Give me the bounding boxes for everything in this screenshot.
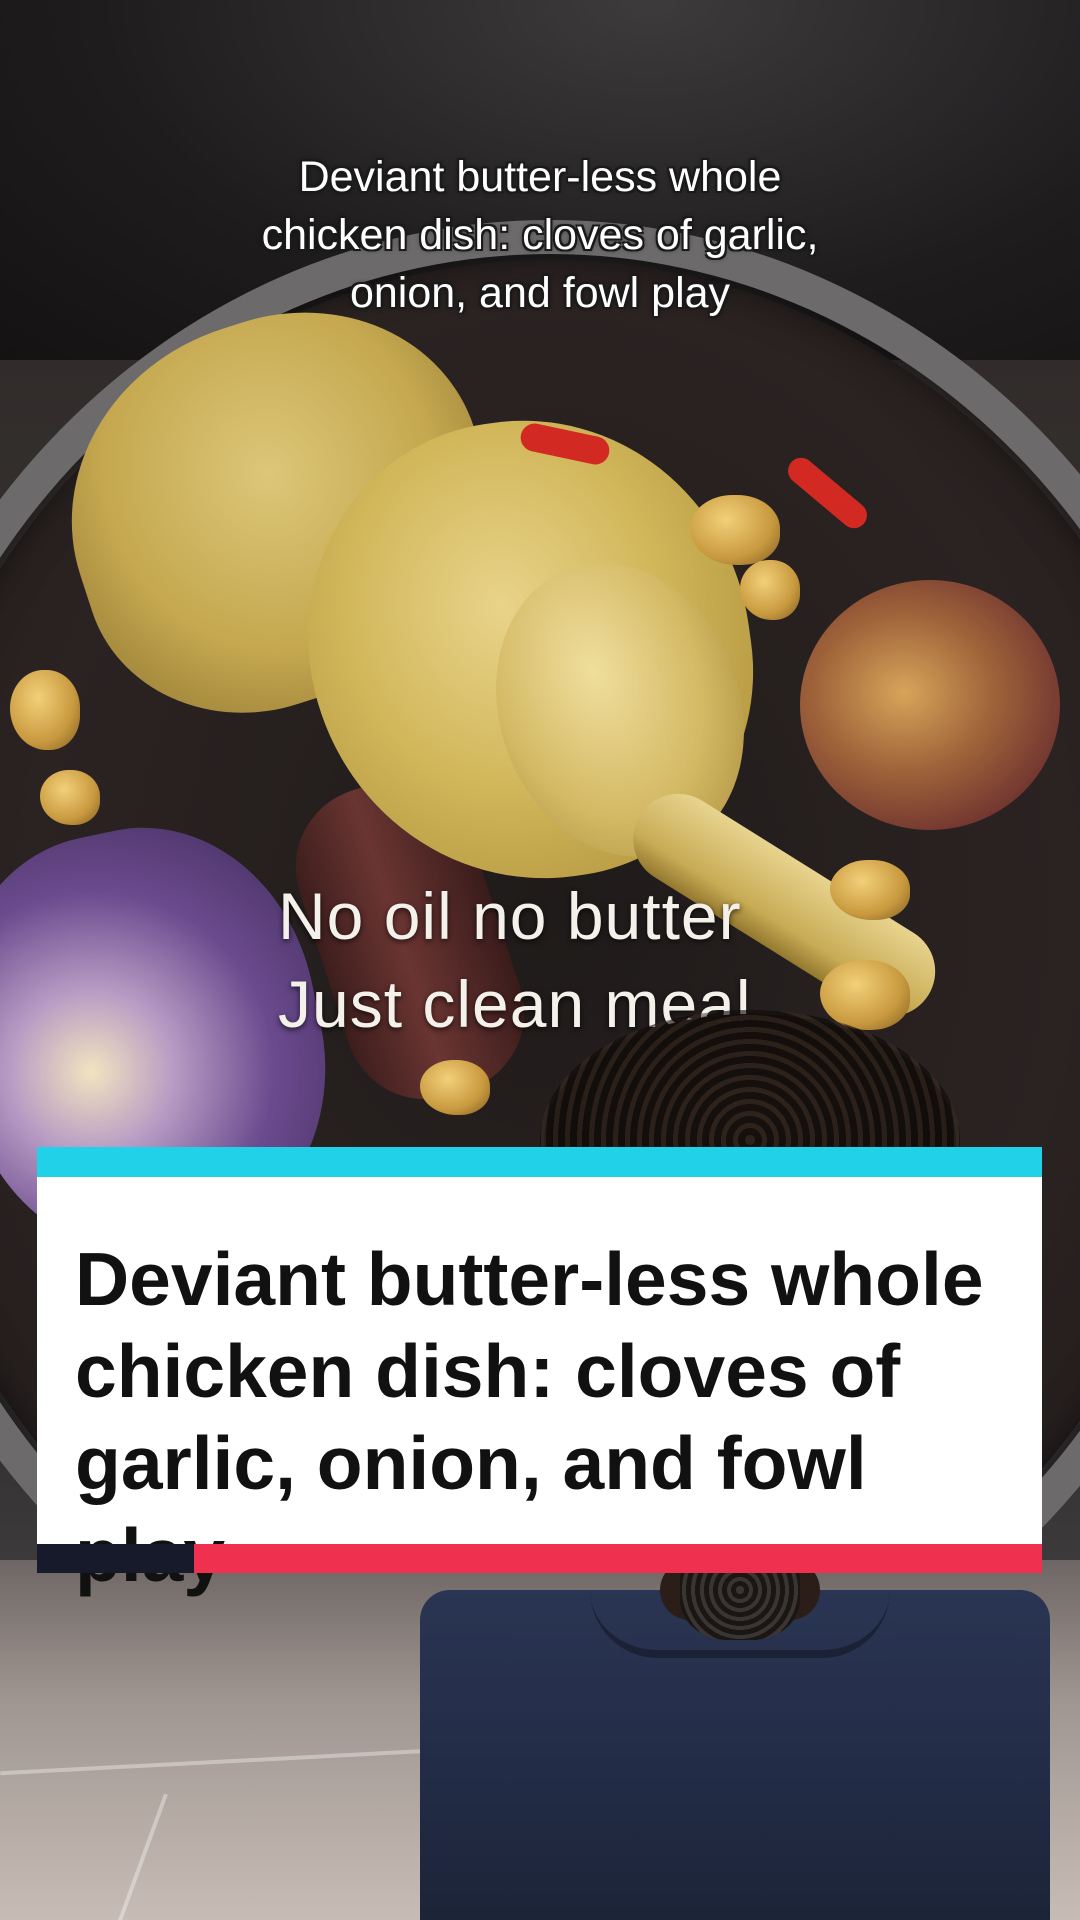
garlic-clove [10, 670, 80, 750]
garlic-clove [690, 495, 780, 565]
card-top-bar [37, 1147, 1042, 1177]
garlic-clove [740, 560, 800, 620]
garlic-clove [830, 860, 910, 920]
garlic-clove [40, 770, 100, 825]
headline-card: Deviant butter-less whole chicken dish: … [37, 1147, 1042, 1597]
card-bottom-bar-accent [194, 1544, 1042, 1573]
roasted-onion [800, 580, 1060, 830]
video-frame: Deviant butter-less whole chicken dish: … [0, 0, 1080, 1920]
top-caption: Deviant butter-less whole chicken dish: … [261, 153, 819, 317]
card-bottom-bar-dark [37, 1544, 194, 1573]
overlay-text-line-1: No oil no butter [278, 879, 742, 953]
